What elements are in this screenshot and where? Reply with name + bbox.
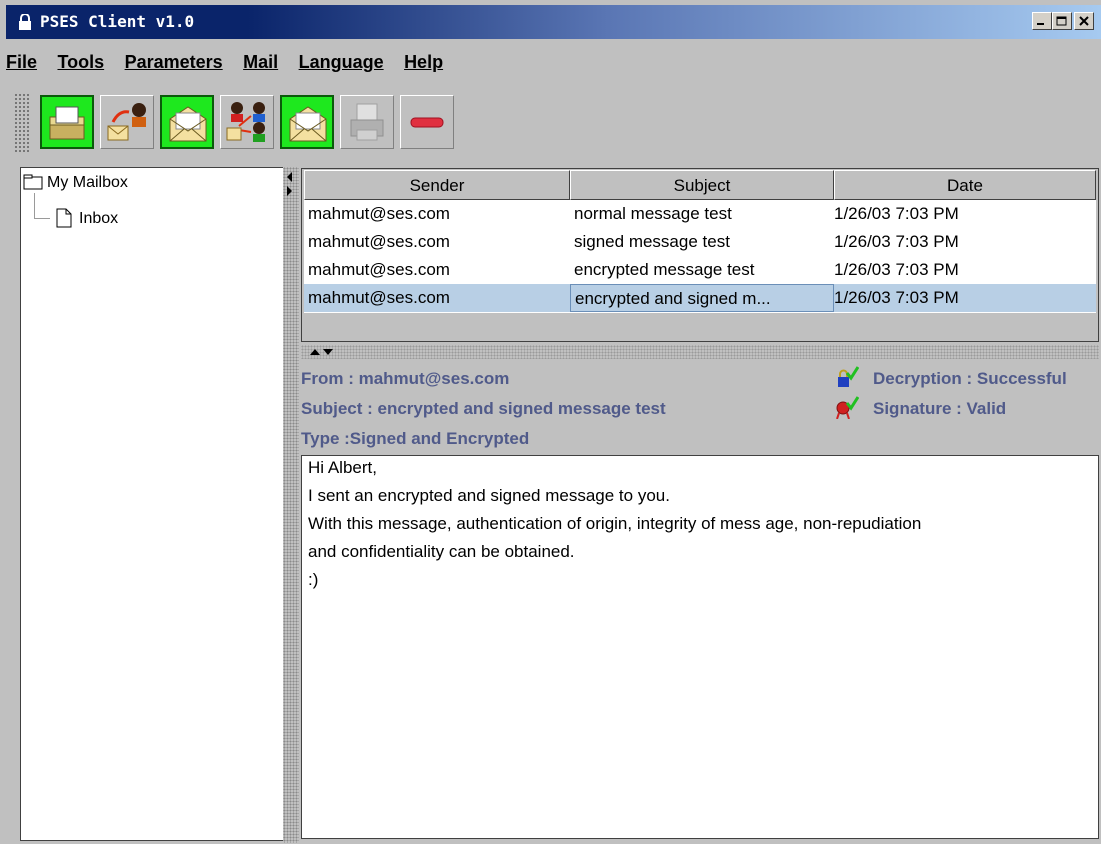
body-line: :) [308, 570, 319, 589]
body-line: I sent an encrypted and signed message t… [308, 486, 670, 505]
table-row[interactable]: mahmut@ses.com normal message test 1/26/… [304, 200, 1096, 228]
collapse-arrows-icon[interactable] [309, 348, 335, 356]
menu-bar: File Tools Parameters Mail Language Help [6, 52, 459, 82]
window-title: PSES Client v1.0 [40, 12, 195, 31]
cell-sender: mahmut@ses.com [308, 232, 450, 251]
printer-icon [350, 103, 384, 141]
menu-parameters[interactable]: Parameters [125, 52, 223, 73]
message-body[interactable]: Hi Albert, I sent an encrypted and signe… [301, 455, 1099, 839]
minimize-button[interactable] [1032, 12, 1052, 30]
signature-status: Signature : Valid [873, 399, 1007, 418]
delete-icon [410, 117, 444, 128]
menu-tools[interactable]: Tools [57, 52, 104, 73]
horizontal-splitter[interactable] [301, 345, 1099, 359]
open-mailbox-icon [49, 106, 85, 140]
table-row-selected[interactable]: mahmut@ses.com encrypted and signed m...… [304, 284, 1096, 312]
open-mailbox-button[interactable] [40, 95, 94, 149]
close-button[interactable] [1074, 12, 1094, 30]
cell-date: 1/26/03 7:03 PM [834, 260, 959, 279]
minimize-icon [1037, 23, 1044, 25]
cell-date: 1/26/03 7:03 PM [834, 288, 959, 307]
cell-subject: normal message test [574, 204, 732, 223]
mailbox-tree: My Mailbox Inbox [20, 167, 284, 841]
maximize-button[interactable] [1052, 12, 1072, 30]
body-line: and confidentiality can be obtained. [308, 542, 575, 561]
message-list: Sender Subject Date mahmut@ses.com norma… [301, 168, 1099, 342]
column-sender[interactable]: Sender [304, 170, 570, 200]
signature-seal-icon [836, 396, 859, 419]
table-header: Sender Subject Date [304, 170, 1096, 200]
table-body: mahmut@ses.com normal message test 1/26/… [304, 200, 1096, 313]
message-header: From : mahmut@ses.com Subject : encrypte… [301, 361, 1101, 453]
send-to-user-button[interactable] [100, 95, 154, 149]
menu-file[interactable]: File [6, 52, 37, 73]
delete-button[interactable] [400, 95, 454, 149]
send-to-user-icon [107, 103, 146, 141]
tree-root-my-mailbox[interactable]: My Mailbox [47, 174, 128, 192]
column-subject[interactable]: Subject [570, 170, 834, 200]
close-icon [1079, 16, 1089, 26]
read-mail-button-2[interactable] [280, 95, 334, 149]
open-envelope-icon [289, 106, 327, 142]
column-date[interactable]: Date [834, 170, 1096, 200]
folder-icon [23, 174, 43, 190]
menu-help[interactable]: Help [404, 52, 443, 73]
title-bar[interactable]: PSES Client v1.0 [6, 5, 1101, 39]
cell-date: 1/26/03 7:03 PM [834, 232, 959, 251]
read-mail-button[interactable] [160, 95, 214, 149]
header-subject: Subject : encrypted and signed message t… [301, 399, 666, 418]
tree-connector [34, 193, 35, 219]
cell-date: 1/26/03 7:03 PM [834, 204, 959, 223]
app-window: PSES Client v1.0 File Tools Parameters M… [0, 0, 1101, 844]
document-icon [56, 208, 72, 228]
cell-sender: mahmut@ses.com [308, 260, 450, 279]
table-row[interactable]: mahmut@ses.com encrypted message test 1/… [304, 256, 1096, 284]
menu-mail[interactable]: Mail [243, 52, 278, 73]
cell-sender: mahmut@ses.com [308, 288, 450, 307]
tree-item-inbox[interactable]: Inbox [79, 210, 118, 228]
header-type: Type :Signed and Encrypted [301, 429, 530, 448]
vertical-splitter[interactable] [283, 167, 299, 843]
toolbar-grip[interactable] [14, 93, 30, 153]
collapse-arrows-icon[interactable] [286, 171, 294, 201]
lock-icon [19, 14, 31, 30]
print-button[interactable] [340, 95, 394, 149]
address-book-button[interactable] [220, 95, 274, 149]
open-envelope-icon [169, 106, 207, 142]
cell-subject: signed message test [574, 232, 730, 251]
decryption-lock-icon [838, 366, 859, 387]
cell-sender: mahmut@ses.com [308, 204, 450, 223]
address-book-icon [226, 102, 265, 142]
tree-connector [34, 218, 50, 219]
cell-subject: encrypted and signed m... [570, 284, 834, 312]
body-line: With this message, authentication of ori… [308, 514, 922, 533]
decryption-status: Decryption : Successful [873, 369, 1067, 388]
maximize-icon [1056, 16, 1067, 26]
header-from: From : mahmut@ses.com [301, 369, 510, 388]
table-row[interactable]: mahmut@ses.com signed message test 1/26/… [304, 228, 1096, 256]
cell-subject: encrypted message test [574, 260, 755, 279]
menu-language[interactable]: Language [299, 52, 384, 73]
body-line: Hi Albert, [308, 458, 377, 477]
